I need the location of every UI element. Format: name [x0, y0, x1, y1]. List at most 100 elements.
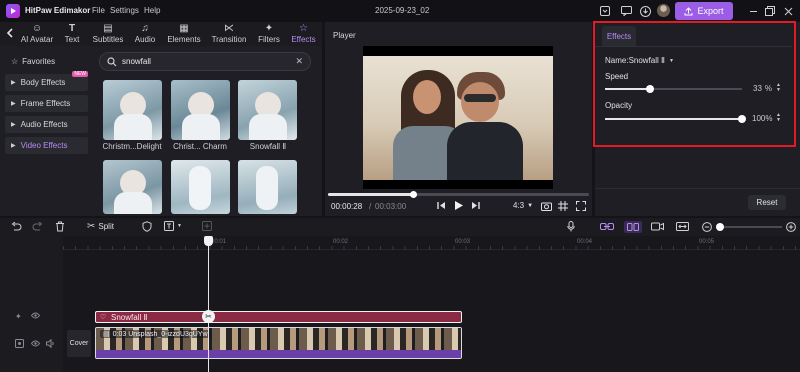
tool-filters[interactable]: ✦ Filters	[254, 22, 284, 46]
user-avatar[interactable]	[657, 4, 670, 17]
tool-ai-avatar[interactable]: ☺ AI Avatar	[18, 22, 56, 46]
tool-subtitles[interactable]: ▤ Subtitles	[89, 22, 127, 46]
search-icon	[107, 57, 117, 67]
microphone-icon[interactable]	[567, 221, 575, 232]
grid-menu-icon[interactable]	[598, 4, 612, 18]
project-title: 2025-09-23_02	[375, 6, 430, 15]
link-track-icon[interactable]	[600, 222, 614, 231]
star-icon: ☆	[11, 57, 19, 66]
effect-clip-label: Snowfall Ⅱ	[111, 313, 148, 322]
current-time: 00:00:28	[331, 202, 363, 211]
caret-right-icon: ▶	[11, 122, 16, 128]
menu-file[interactable]: File	[92, 6, 105, 15]
effect-thumb-snowfall-2[interactable]	[238, 80, 297, 140]
clear-search-icon[interactable]: ✕	[295, 56, 303, 67]
zoom-out-icon[interactable]	[702, 222, 712, 232]
magnet-snap-icon[interactable]	[624, 221, 642, 233]
ruler-label: 00:02	[333, 239, 349, 245]
effect-thumb-christmas-delight[interactable]	[103, 80, 162, 140]
playhead-scissors-icon[interactable]: ✂	[202, 310, 215, 323]
download-icon[interactable]	[638, 4, 652, 18]
sidebar-item-favorites[interactable]: ☆ Favorites	[5, 53, 88, 70]
grid-icon[interactable]	[558, 201, 568, 211]
effect-thumb-christmas-charm[interactable]	[171, 80, 230, 140]
fullscreen-icon[interactable]	[576, 201, 586, 211]
effects-icon: ☆	[299, 23, 308, 34]
video-track-icon	[15, 339, 24, 348]
tool-audio[interactable]: ♫ Audio	[131, 22, 159, 46]
undo-icon[interactable]	[11, 222, 22, 232]
zoom-in-icon[interactable]	[786, 222, 796, 232]
ai-avatar-icon: ☺	[31, 23, 43, 34]
effect-clip[interactable]: ♡ Snowfall Ⅱ	[95, 311, 462, 323]
player-title: Player	[333, 31, 356, 40]
timeline-toolbar: ✂ Split ▼	[0, 218, 800, 236]
playhead[interactable]	[208, 236, 209, 372]
feedback-icon[interactable]	[619, 4, 633, 18]
zoom-slider-handle[interactable]	[716, 223, 724, 231]
effect-label: Snowfall Ⅱ	[249, 142, 287, 151]
sidebar-item-body-effects[interactable]: ▶ Body Effects NEW	[5, 71, 88, 91]
aspect-ratio-select[interactable]: 4:3 ▼	[513, 201, 533, 210]
add-to-track-icon[interactable]	[202, 221, 212, 231]
zoom-slider[interactable]	[716, 223, 782, 231]
fit-timeline-icon[interactable]	[676, 222, 689, 231]
menu-help[interactable]: Help	[144, 6, 160, 15]
minimize-icon[interactable]	[746, 4, 760, 18]
audio-mute-icon[interactable]	[46, 339, 56, 348]
tool-elements[interactable]: ▦ Elements	[164, 22, 204, 46]
audio-waveform-bar	[96, 350, 461, 358]
timeline-ruler[interactable]	[63, 236, 800, 250]
effect-thumb-6[interactable]	[238, 160, 297, 214]
close-icon[interactable]	[781, 4, 795, 18]
text-template-select[interactable]: ▼	[164, 221, 182, 231]
back-chevron-icon[interactable]	[6, 28, 14, 38]
prev-frame-icon[interactable]	[437, 201, 446, 210]
tool-transition[interactable]: ⋉ Transition	[208, 22, 250, 46]
app-name: HitPaw Edimakor	[25, 6, 91, 15]
sidebar-item-frame-effects[interactable]: ▶ Frame Effects	[5, 95, 88, 112]
media-toolbar: ☺ AI Avatar T Text ▤ Subtitles ♫ Audio ▦…	[0, 22, 322, 46]
shield-icon[interactable]	[142, 221, 152, 232]
preview-track-icon[interactable]	[651, 222, 664, 231]
eye-icon[interactable]	[31, 340, 40, 347]
delete-icon[interactable]	[55, 221, 65, 232]
title-bar: HitPaw Edimakor File Settings Help 2025-…	[0, 0, 800, 22]
cover-button[interactable]: Cover	[67, 330, 91, 357]
video-preview	[363, 46, 553, 189]
export-button[interactable]: Export	[675, 2, 733, 20]
ruler-label: 00:04	[577, 239, 593, 245]
reset-label: Reset	[756, 198, 778, 207]
effect-thumb-4[interactable]	[103, 160, 162, 214]
tool-text[interactable]: T Text	[60, 22, 84, 46]
track-headers: ✦	[0, 236, 63, 372]
reset-button[interactable]: Reset	[748, 195, 786, 210]
split-label: Split	[98, 222, 114, 231]
snapshot-icon[interactable]	[541, 201, 552, 211]
sidebar-item-audio-effects[interactable]: ▶ Audio Effects	[5, 116, 88, 133]
effect-label: Christ... Charm	[173, 142, 227, 151]
caret-right-icon: ▶	[11, 101, 16, 107]
split-button[interactable]: ✂ Split	[87, 221, 114, 232]
player-panel: Player	[325, 22, 592, 216]
ruler-label: 00:01	[211, 239, 227, 245]
video-clip-label: ▤ 0:03 Unsplash_0-izzdU3gUYw	[100, 330, 211, 338]
search-input[interactable]: snowfall	[122, 57, 151, 66]
next-frame-icon[interactable]	[471, 201, 480, 210]
sidebar-item-label: Frame Effects	[20, 99, 71, 108]
play-icon[interactable]	[454, 200, 464, 211]
search-box: snowfall ✕	[99, 52, 311, 71]
video-clip[interactable]: ▤ 0:03 Unsplash_0-izzdU3gUYw	[95, 327, 462, 359]
playhead-handle[interactable]	[204, 236, 213, 246]
redo-icon[interactable]	[32, 222, 43, 232]
restore-icon[interactable]	[763, 4, 777, 18]
sidebar-item-video-effects[interactable]: ▶ Video Effects	[5, 137, 88, 154]
elements-icon: ▦	[179, 23, 189, 34]
eye-icon[interactable]	[31, 312, 40, 319]
menu-settings[interactable]: Settings	[110, 6, 139, 15]
effect-thumb-5[interactable]	[171, 160, 230, 214]
filters-icon: ✦	[264, 23, 274, 34]
sidebar-item-label: Favorites	[22, 57, 56, 66]
effect-clip-icon: ♡	[100, 314, 107, 321]
tool-effects[interactable]: ☆ Effects	[287, 22, 320, 46]
